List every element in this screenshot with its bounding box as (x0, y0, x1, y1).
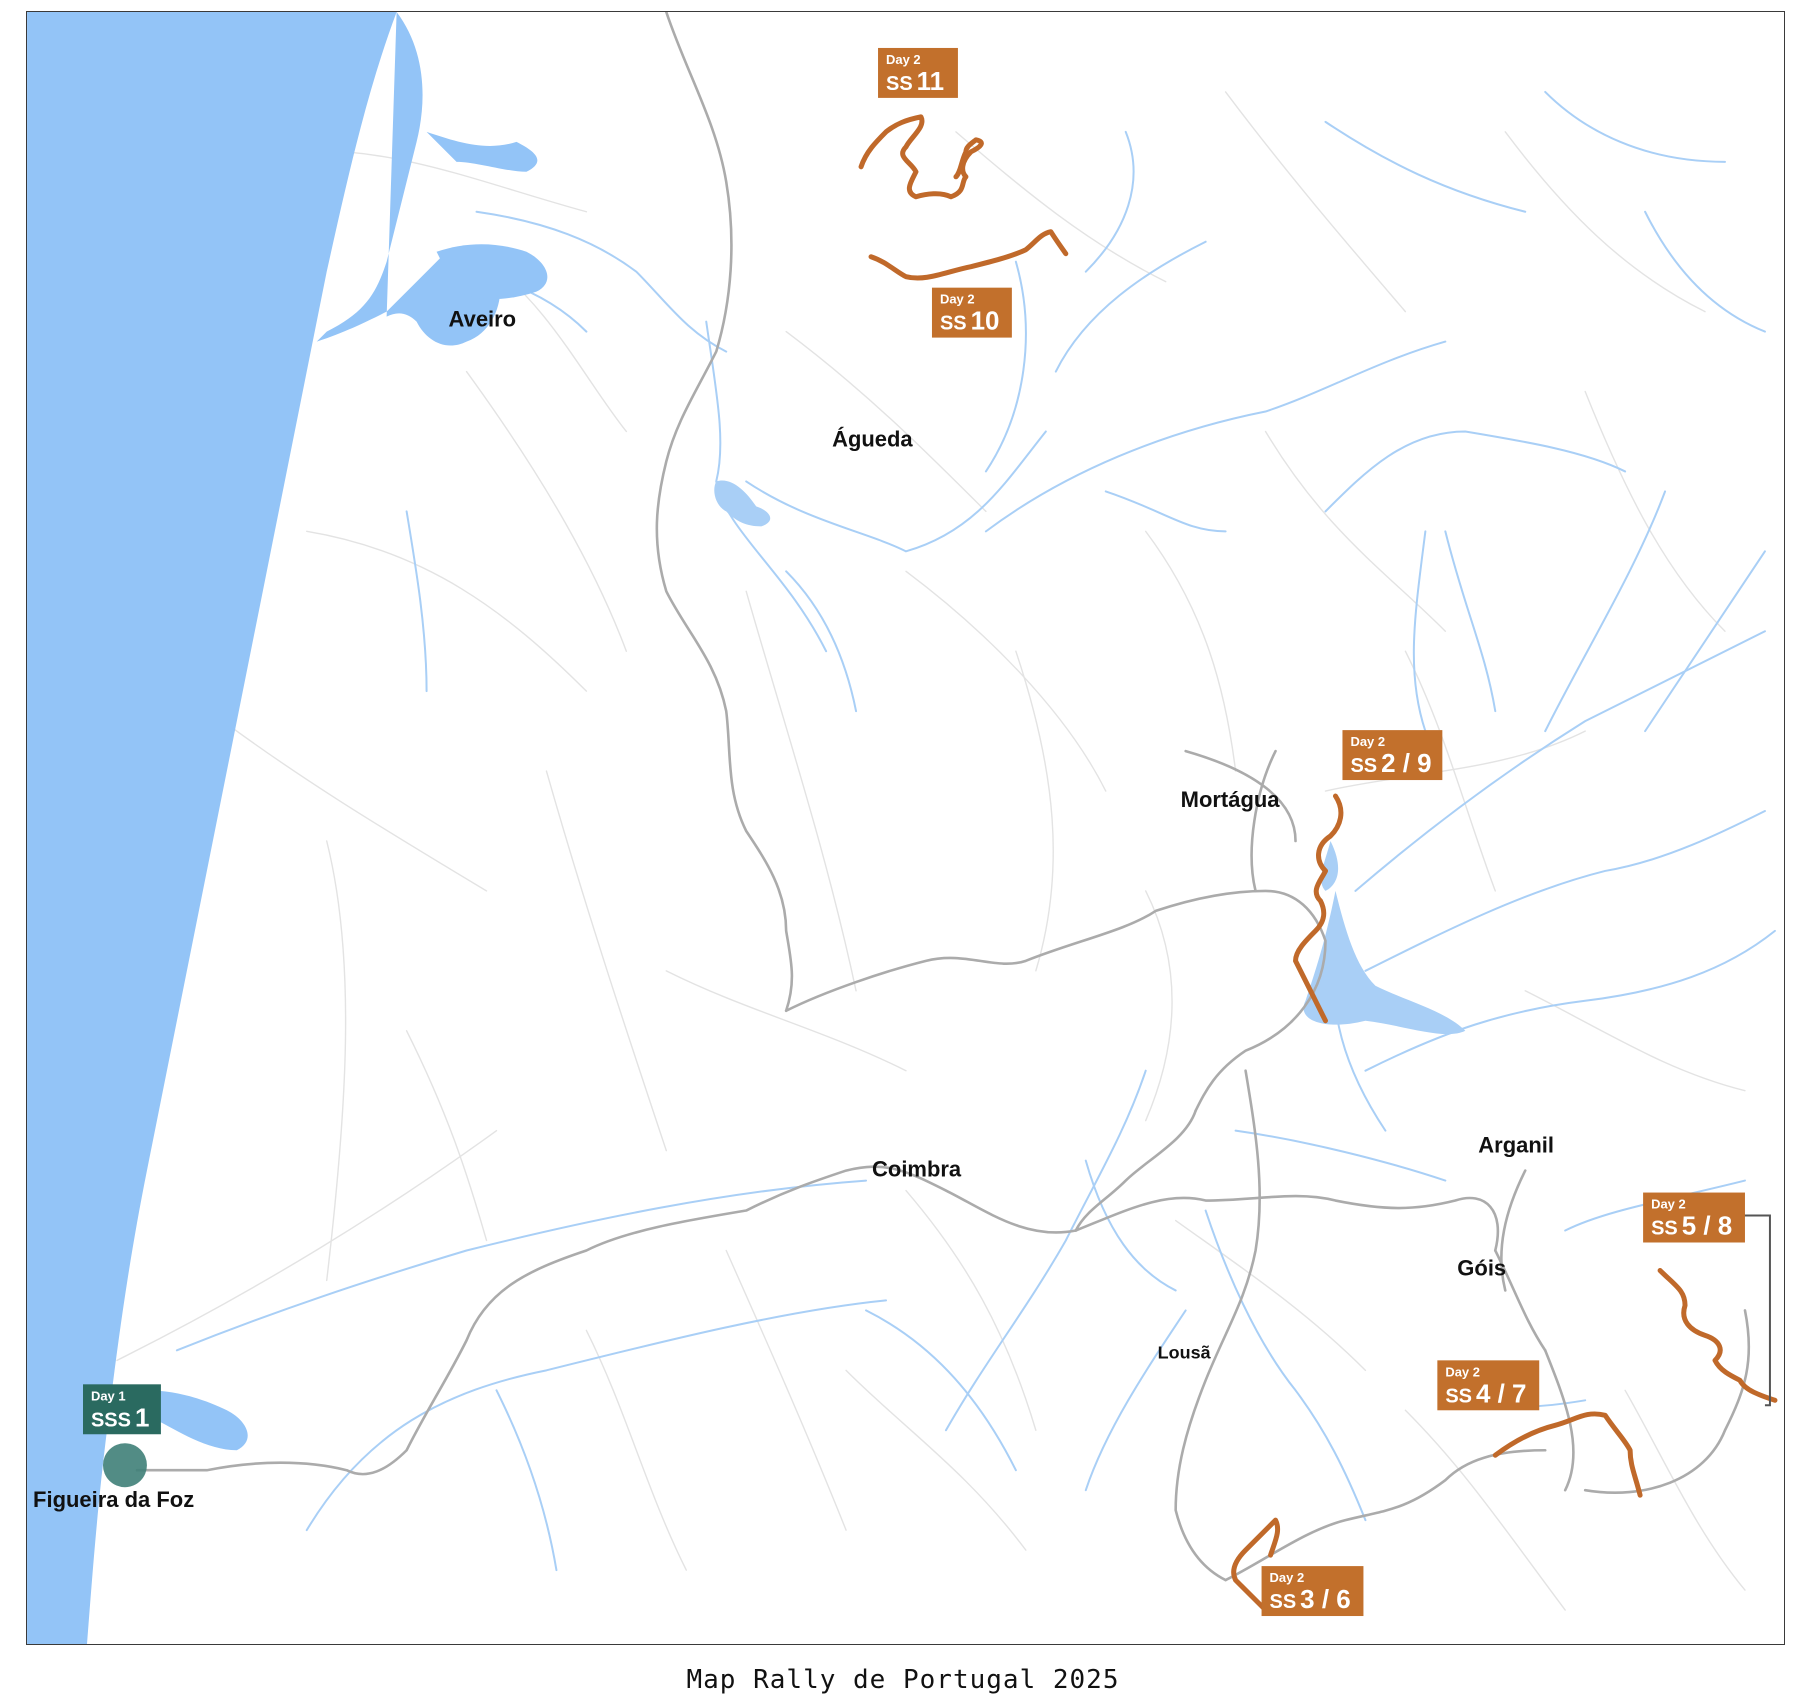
sss1-start-marker[interactable] (102, 1443, 147, 1488)
town-label-lousa: Lousã (1158, 1342, 1212, 1362)
town-label-figueira: Figueira da Foz (33, 1487, 194, 1512)
stage-labels: Day 1SSS 1Day 2SS 11Day 2SS 10Day 2SS 2 / 9D… (83, 47, 1745, 1617)
stage-day-label: Day 2 (1651, 1197, 1686, 1212)
main-roads (135, 12, 1751, 1582)
stage-label-ss5-8[interactable]: Day 2SS 5 / 8 (1643, 1192, 1745, 1243)
stage-label-sss1[interactable]: Day 1SSS 1 (83, 1384, 161, 1435)
stage-route-ss10 (868, 229, 1069, 281)
stage-route-ss11 (858, 114, 984, 200)
stage-route-ss5-8 (1657, 1267, 1778, 1403)
map-frame: Aveiro Águeda Mortágua Coimbra Arganil Góis Lo… (26, 11, 1785, 1645)
town-label-arganil: Arganil (1478, 1133, 1554, 1158)
stage-day-label: Day 2 (1270, 1570, 1305, 1585)
rally-map[interactable]: Aveiro Águeda Mortágua Coimbra Arganil Góis Lo… (27, 12, 1784, 1644)
stage-day-label: Day 2 (1350, 734, 1385, 749)
stage-label-ss2-9[interactable]: Day 2SS 2 / 9 (1342, 730, 1443, 781)
stage-day-label: Day 2 (940, 292, 975, 307)
stage-day-label: Day 2 (886, 52, 921, 67)
town-label-aveiro: Aveiro (449, 307, 517, 332)
stage-day-label: Day 1 (91, 1388, 126, 1403)
map-caption: Map Rally de Portugal 2025 (686, 1665, 1120, 1695)
stage-label-ss3-6[interactable]: Day 2SS 3 / 6 (1261, 1566, 1364, 1617)
stage-label-ss4-7[interactable]: Day 2SS 4 / 7 (1437, 1360, 1540, 1411)
stage-label-ss10[interactable]: Day 2SS 10 (931, 287, 1012, 338)
town-label-coimbra: Coimbra (872, 1157, 962, 1182)
town-label-agueda: Águeda (832, 426, 913, 451)
stage-day-label: Day 2 (1445, 1364, 1480, 1379)
town-label-mortagua: Mortágua (1181, 787, 1281, 812)
stage-label-ss11[interactable]: Day 2SS 11 (878, 47, 958, 98)
town-label-gois: Góis (1457, 1255, 1506, 1280)
